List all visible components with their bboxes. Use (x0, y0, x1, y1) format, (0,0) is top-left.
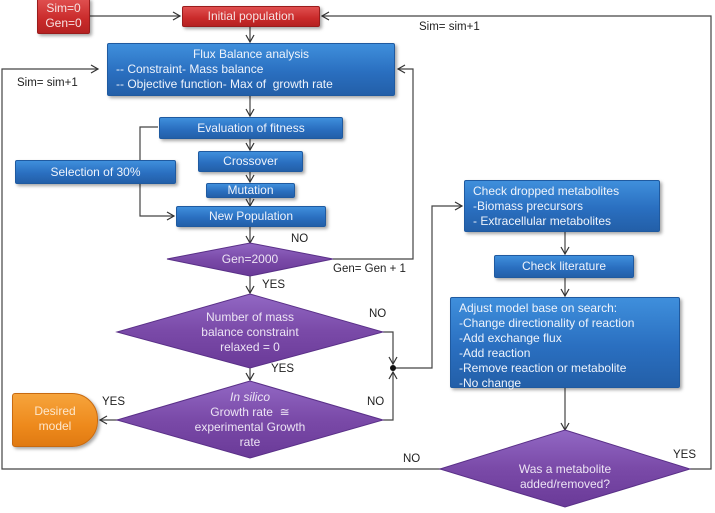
label-sim-left: Sim= sim+1 (17, 77, 78, 89)
label-gen-no: NO (291, 233, 309, 245)
mutation-node: Mutation (206, 183, 295, 198)
start-node: Sim=0 Gen=0 (37, 0, 90, 34)
check-dropped-title: Check dropped metabolites (473, 184, 620, 198)
growth-in-silico: In silico (229, 390, 270, 404)
junction-dot (390, 365, 396, 371)
label-gen-yes: YES (262, 279, 286, 291)
crossover-label: Crossover (223, 154, 278, 168)
mass-line-3: relaxed = 0 (220, 340, 280, 354)
metabolite-check-text: Was a metabolite added/removed? (495, 462, 635, 492)
label-mass-no: NO (369, 308, 387, 320)
label-metabolite-yes: YES (673, 449, 697, 461)
selection-label: Selection of 30% (50, 164, 141, 179)
adjust-model-node: Adjust model base on search: -Change dir… (450, 297, 680, 390)
adjust-model-title: Adjust model base on search: (459, 301, 618, 315)
mass-balance-check-text: Number of mass balance constraint relaxe… (170, 310, 330, 355)
new-population-label: New Population (208, 209, 294, 223)
metabolite-line-1: Was a metabolite (518, 462, 612, 476)
check-dropped-node: Check dropped metabolites -Biomass precu… (464, 180, 660, 232)
edge-mass-no-to-junction (383, 331, 398, 366)
initial-population-node: Initial population (182, 6, 320, 27)
check-literature-node: Check literature (494, 255, 634, 278)
fba-title: Flux Balance analysis (192, 47, 310, 61)
evaluation-node: Evaluation of fitness (159, 117, 343, 139)
selection-node: Selection of 30% (15, 160, 176, 184)
growth-line-3: rate (239, 435, 261, 449)
adjust-model-item-4: -Remove reaction or metabolite (459, 361, 627, 375)
metabolite-line-2: added/removed? (519, 477, 611, 491)
initial-population-label: Initial population (207, 9, 295, 23)
edge-selection-to-newpop (139, 183, 176, 221)
edge-gen-no-to-fba (333, 64, 414, 260)
growth-line-1: Growth rate ≅ (210, 405, 290, 419)
adjust-model-item-2: -Add exchange flux (459, 331, 562, 345)
label-metabolite-no: NO (403, 453, 421, 465)
desired-model-line1: Desired (34, 404, 76, 418)
adjust-model-item-1: -Change directionality of reaction (459, 316, 635, 330)
fba-objective: -- Objective function- Max of growth rat… (116, 77, 333, 91)
fba-node: Flux Balance analysis -- Constraint- Mas… (107, 43, 395, 96)
label-growth-no: NO (367, 396, 385, 408)
label-mass-yes: YES (271, 363, 295, 375)
mass-line-2: balance constraint (201, 325, 299, 339)
gen-check-label: Gen=2000 (221, 252, 279, 266)
new-population-node: New Population (176, 206, 326, 227)
desired-model-node: Desired model (12, 393, 98, 447)
check-dropped-item-1: -Biomass precursors (473, 199, 584, 213)
desired-model-line2: model (38, 419, 72, 433)
adjust-model-item-3: -Add reaction (459, 346, 531, 360)
mass-line-1: Number of mass (205, 310, 295, 324)
label-sim-top: Sim= sim+1 (419, 21, 480, 33)
edge-growth-no-to-junction (383, 370, 398, 421)
check-dropped-item-2: - Extracellular metabolites (473, 214, 612, 228)
growth-check-text: In silico Growth rate ≅ experimental Gro… (170, 390, 330, 450)
adjust-model-item-5: -No change (459, 376, 522, 390)
evaluation-label: Evaluation of fitness (197, 120, 305, 135)
growth-line-2: experimental Growth (194, 420, 306, 434)
label-gen-increment: Gen= Gen + 1 (333, 263, 406, 275)
start-sim: Sim=0 (46, 1, 81, 15)
check-literature-label: Check literature (521, 259, 607, 273)
start-gen: Gen=0 (45, 16, 82, 30)
edge-evaluation-to-selection (139, 126, 158, 160)
fba-constraint: -- Constraint- Mass balance (116, 62, 264, 76)
crossover-node: Crossover (198, 151, 303, 172)
label-growth-yes: YES (102, 396, 126, 408)
mutation-label: Mutation (227, 183, 274, 197)
